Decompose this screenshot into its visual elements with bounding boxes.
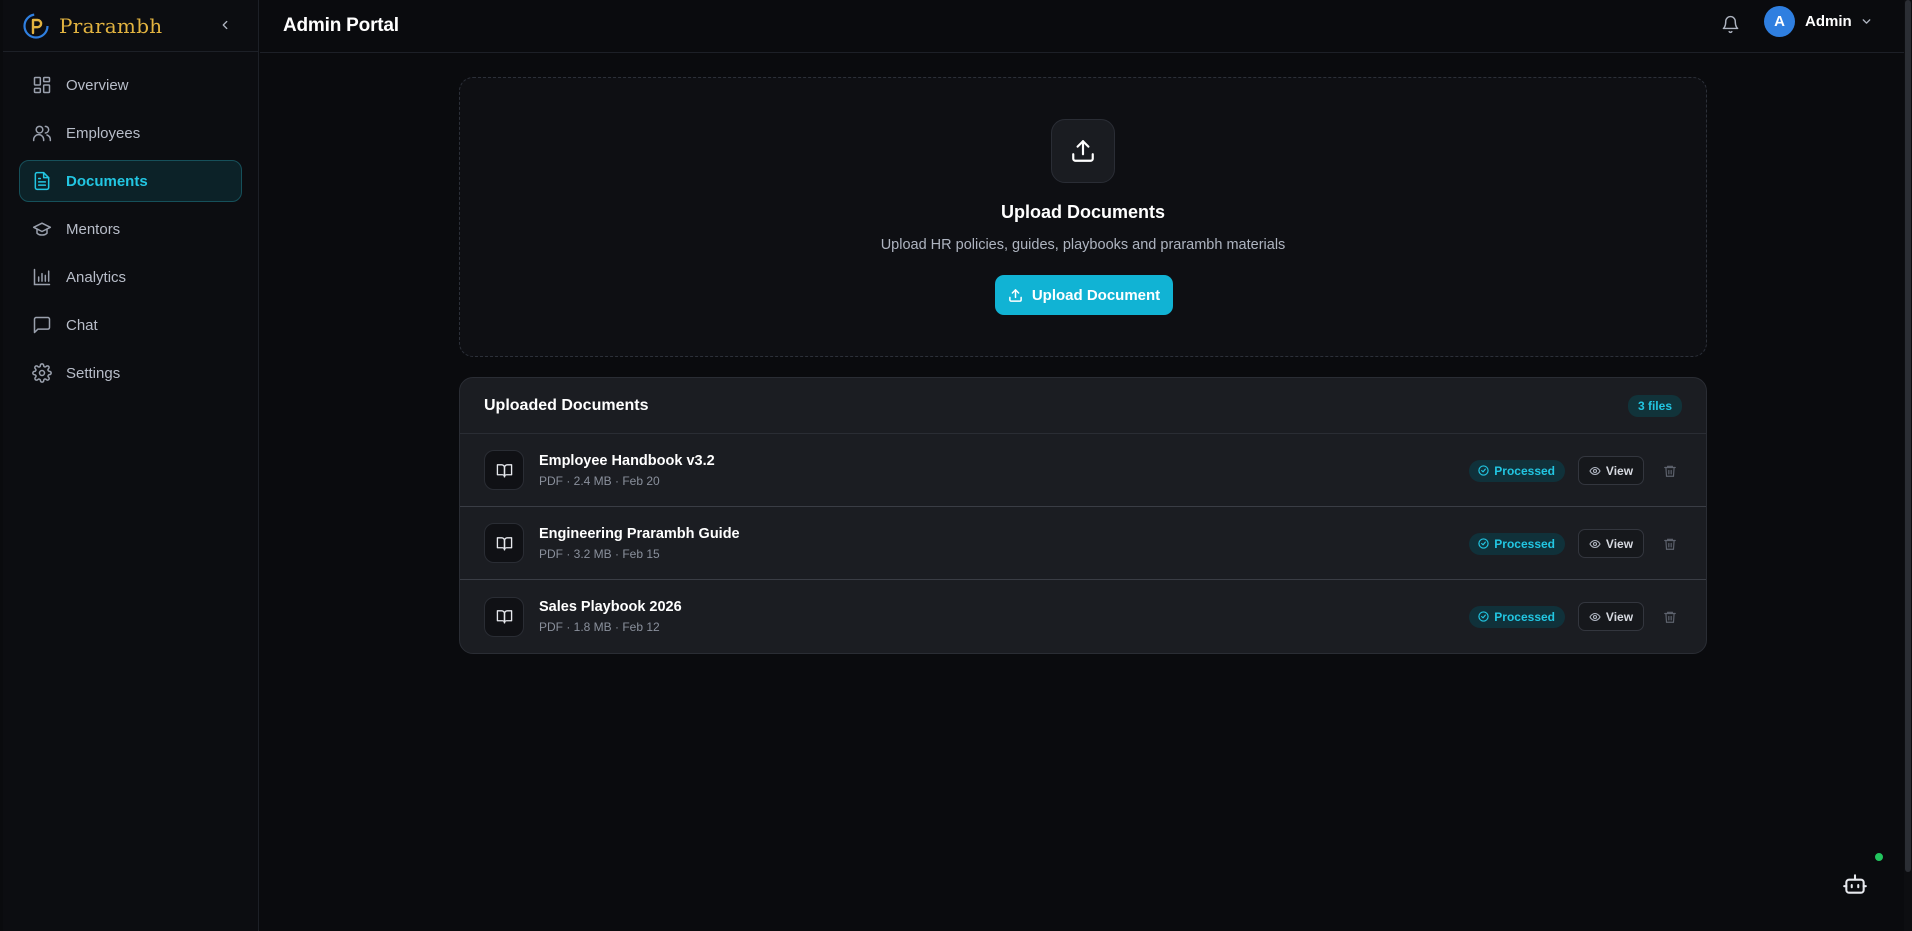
- book-open-icon: [484, 523, 524, 563]
- sidebar-item-label: Overview: [66, 76, 129, 94]
- document-meta: PDF · 3.2 MB · Feb 15: [539, 546, 660, 561]
- sidebar: Prarambh Overview Employees Documents Me…: [3, 0, 259, 931]
- table-row: Employee Handbook v3.2 PDF · 2.4 MB · Fe…: [460, 434, 1706, 507]
- trash-icon: [1664, 611, 1676, 623]
- document-name: Sales Playbook 2026: [539, 599, 682, 615]
- check-circle-icon: [1478, 465, 1489, 476]
- collapse-sidebar-button[interactable]: [212, 12, 238, 38]
- eye-icon: [1589, 611, 1601, 623]
- view-button[interactable]: View: [1578, 456, 1644, 485]
- bar-chart-icon: [32, 267, 52, 287]
- file-count-badge: 3 files: [1627, 394, 1682, 417]
- page-title: Admin Portal: [283, 15, 399, 36]
- sidebar-item-label: Mentors: [66, 220, 121, 238]
- delete-button[interactable]: [1660, 461, 1680, 481]
- avatar: A: [1764, 5, 1795, 37]
- view-button[interactable]: View: [1578, 529, 1644, 558]
- status-badge: Processed: [1469, 532, 1565, 555]
- document-actions: Processed View: [1469, 602, 1680, 631]
- book-open-icon: [484, 450, 524, 490]
- status-badge: Processed: [1469, 459, 1565, 482]
- document-name: Engineering Prarambh Guide: [539, 525, 740, 542]
- user-name: Admin: [1805, 12, 1852, 30]
- bot-icon: [1843, 874, 1867, 894]
- bell-icon: [1722, 15, 1738, 33]
- chevron-down-icon: [1860, 15, 1873, 28]
- layout-grid-icon: [32, 75, 52, 95]
- document-info: Engineering Prarambh Guide PDF · 3.2 MB …: [539, 526, 740, 561]
- document-actions: Processed View: [1469, 456, 1680, 485]
- book-open-icon: [484, 596, 524, 637]
- table-row: Engineering Prarambh Guide PDF · 3.2 MB …: [460, 507, 1706, 580]
- status-label: Processed: [1494, 463, 1555, 478]
- eye-icon: [1589, 465, 1601, 477]
- sidebar-item-label: Chat: [66, 316, 98, 334]
- upload-icon: [1072, 140, 1094, 162]
- view-label: View: [1605, 463, 1634, 478]
- view-label: View: [1605, 609, 1634, 624]
- graduation-cap-icon: [32, 219, 52, 239]
- upload-button-label: Upload Document: [1031, 286, 1161, 304]
- upload-icon-box: [1051, 119, 1115, 183]
- scrollbar[interactable]: [1904, 0, 1912, 931]
- sidebar-nav: Overview Employees Documents Mentors Ana…: [3, 52, 258, 394]
- trash-icon: [1664, 538, 1676, 550]
- table-row: Sales Playbook 2026 PDF · 1.8 MB · Feb 1…: [460, 580, 1706, 653]
- status-label: Processed: [1494, 609, 1555, 624]
- documents-title: Uploaded Documents: [484, 396, 649, 414]
- check-circle-icon: [1478, 611, 1489, 622]
- top-header: Admin Portal A Admin: [260, 0, 1912, 53]
- app-root: Prarambh Overview Employees Documents Me…: [0, 0, 1912, 931]
- document-info: Sales Playbook 2026 PDF · 1.8 MB · Feb 1…: [539, 599, 682, 634]
- sidebar-item-label: Employees: [66, 124, 141, 142]
- upload-document-button[interactable]: Upload Document: [995, 275, 1173, 315]
- users-icon: [32, 123, 52, 143]
- upload-title: Upload Documents: [1000, 202, 1165, 222]
- upload-subtitle: Upload HR policies, guides, playbooks an…: [880, 237, 1286, 253]
- upload-icon: [1008, 288, 1023, 303]
- document-meta: PDF · 1.8 MB · Feb 12: [539, 620, 660, 634]
- brand: Prarambh: [3, 0, 258, 52]
- upload-dropzone[interactable]: Upload Documents Upload HR policies, gui…: [459, 77, 1707, 357]
- chevron-left-icon: [222, 20, 228, 30]
- sidebar-item-overview[interactable]: Overview: [19, 64, 242, 106]
- check-circle-icon: [1478, 538, 1489, 549]
- file-text-icon: [32, 171, 52, 191]
- sidebar-item-analytics[interactable]: Analytics: [19, 256, 242, 298]
- sidebar-item-mentors[interactable]: Mentors: [19, 208, 242, 250]
- sidebar-item-label: Settings: [66, 364, 121, 382]
- sidebar-item-label: Analytics: [66, 268, 127, 286]
- sidebar-item-label: Documents: [66, 172, 148, 190]
- sidebar-item-documents[interactable]: Documents: [19, 160, 242, 202]
- prarambh-logo-icon: [23, 12, 49, 39]
- user-menu[interactable]: A Admin: [1764, 5, 1873, 37]
- document-actions: Processed View: [1469, 529, 1680, 558]
- notifications-button[interactable]: [1715, 9, 1745, 39]
- scrollbar-thumb[interactable]: [1905, 0, 1911, 872]
- message-square-icon: [32, 315, 52, 335]
- sidebar-item-chat[interactable]: Chat: [19, 304, 242, 346]
- status-label: Processed: [1494, 536, 1555, 551]
- document-info: Employee Handbook v3.2 PDF · 2.4 MB · Fe…: [539, 453, 715, 488]
- status-badge: Processed: [1469, 605, 1565, 628]
- document-meta: PDF · 2.4 MB · Feb 20: [539, 473, 660, 488]
- trash-icon: [1664, 465, 1676, 477]
- online-status-dot: [1873, 851, 1885, 863]
- view-button[interactable]: View: [1578, 602, 1644, 631]
- brand-name: Prarambh: [59, 13, 163, 38]
- documents-header: Uploaded Documents 3 files: [460, 378, 1706, 434]
- eye-icon: [1589, 538, 1601, 550]
- delete-button[interactable]: [1660, 607, 1680, 627]
- chatbot-button[interactable]: [1840, 869, 1870, 899]
- document-name: Employee Handbook v3.2: [539, 452, 715, 469]
- delete-button[interactable]: [1660, 534, 1680, 554]
- gear-icon: [32, 363, 52, 383]
- sidebar-item-employees[interactable]: Employees: [19, 112, 242, 154]
- view-label: View: [1605, 536, 1634, 551]
- uploaded-documents-card: Uploaded Documents 3 files Employee Hand…: [459, 377, 1707, 654]
- sidebar-item-settings[interactable]: Settings: [19, 352, 242, 394]
